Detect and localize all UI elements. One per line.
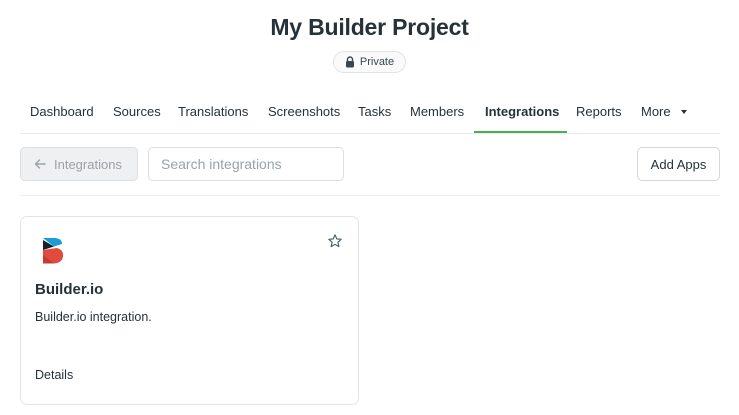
tab-screenshots[interactable]: Screenshots [268, 92, 340, 134]
tab-dashboard[interactable]: Dashboard [30, 92, 94, 134]
back-to-integrations-button[interactable]: Integrations [20, 147, 138, 181]
lock-icon [345, 56, 354, 68]
tab-integrations[interactable]: Integrations [485, 92, 559, 134]
integrations-toolbar: Integrations Add Apps [20, 147, 720, 183]
tab-reports[interactable]: Reports [576, 92, 622, 134]
add-apps-button[interactable]: Add Apps [637, 147, 720, 181]
tab-tasks[interactable]: Tasks [358, 92, 391, 134]
star-outline-icon[interactable] [327, 233, 343, 249]
project-header: My Builder Project Private [0, 0, 739, 90]
privacy-label: Private [359, 56, 395, 68]
search-integrations-input[interactable] [148, 147, 344, 181]
caret-down-icon [680, 109, 687, 114]
integration-details-link[interactable]: Details [35, 368, 73, 382]
tab-members[interactable]: Members [410, 92, 464, 134]
active-tab-indicator [474, 131, 567, 133]
tab-sources[interactable]: Sources [113, 92, 161, 134]
privacy-badge: Private [333, 51, 406, 73]
arrow-left-icon [34, 159, 46, 169]
integration-title: Builder.io [35, 281, 104, 298]
tab-more[interactable]: More [641, 92, 687, 134]
back-button-label: Integrations [54, 156, 122, 172]
builder-logo-icon [43, 238, 64, 264]
tab-more-label: More [641, 104, 671, 119]
tab-translations[interactable]: Translations [178, 92, 248, 134]
toolbar-divider [20, 195, 720, 196]
integration-card[interactable]: Builder.io Builder.io integration. Detai… [20, 216, 359, 405]
project-title: My Builder Project [270, 14, 469, 40]
integration-description: Builder.io integration. [35, 310, 152, 324]
project-tabs: Dashboard Sources Translations Screensho… [20, 92, 720, 134]
